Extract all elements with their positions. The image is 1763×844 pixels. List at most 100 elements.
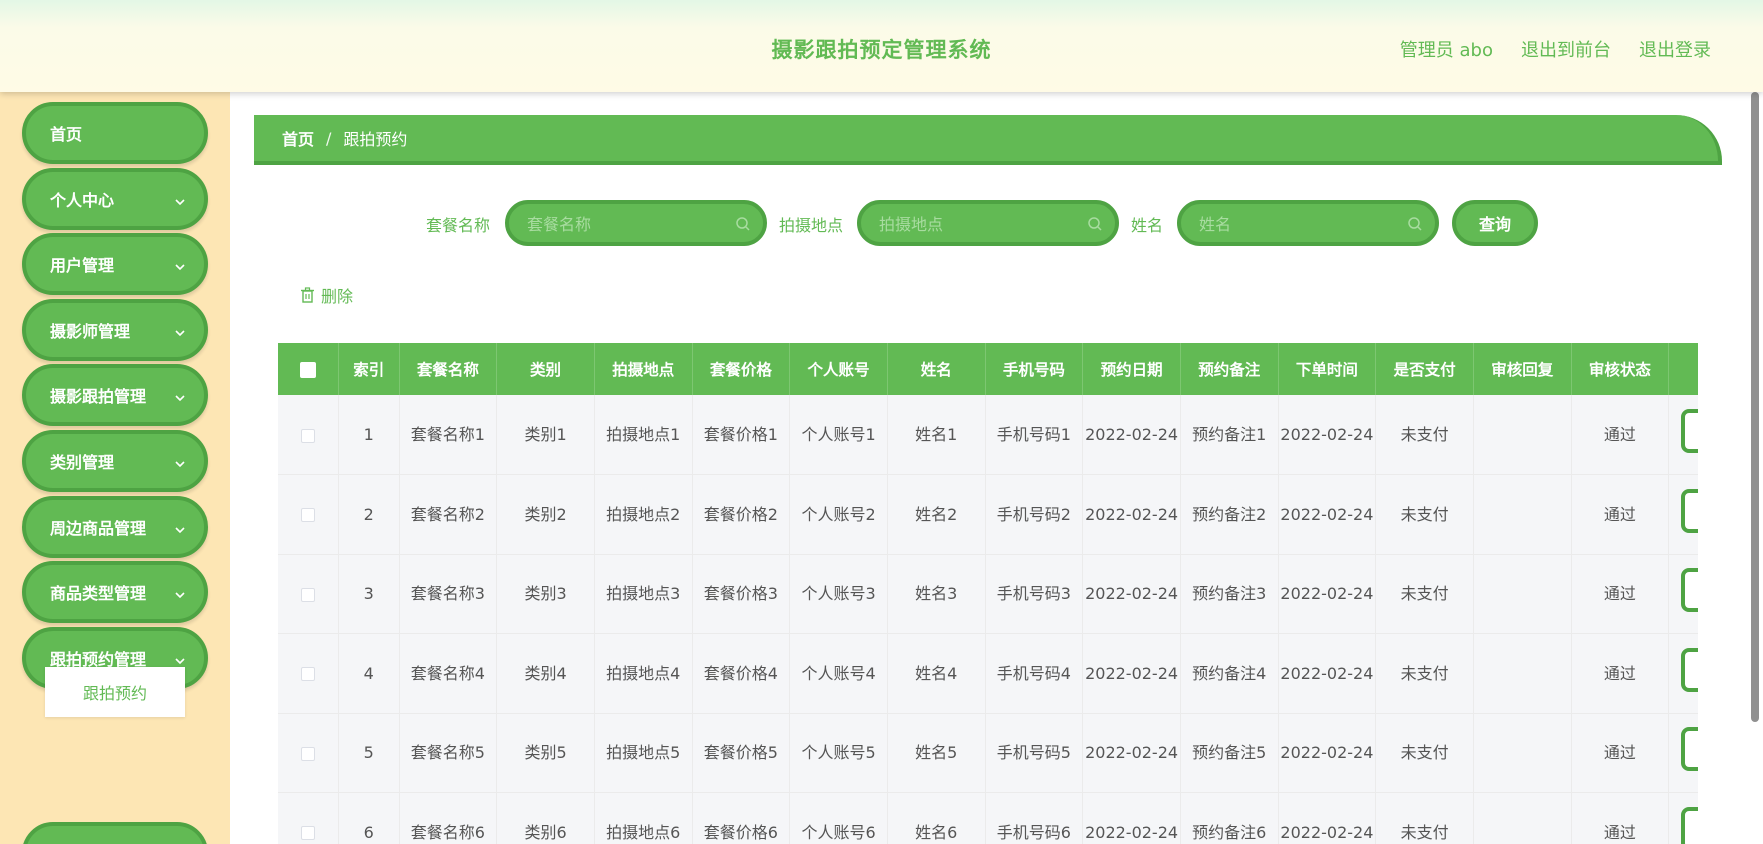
table-cell-note: 预约备注2 [1180, 474, 1279, 555]
table-cell-phone: 手机号码6 [985, 792, 1084, 844]
table-cell-location: 拍摄地点5 [594, 713, 693, 793]
page-scrollbar[interactable] [1751, 92, 1759, 722]
row-actions-cell [1668, 633, 1698, 714]
logout-link[interactable]: 退出登录 [1639, 36, 1711, 62]
table-cell-order_time: 2022-02-24 [1278, 474, 1377, 555]
row-checkbox[interactable] [301, 826, 315, 841]
detail-button[interactable] [1681, 806, 1698, 844]
booking-table-container: 索引 套餐名称 类别 拍摄地点 套餐价格 个人账号 姓名 手机号码 预约日期 预约备注 下单时间 是否… [278, 343, 1698, 844]
detail-button[interactable] [1681, 409, 1698, 453]
table-cell-reply [1473, 713, 1572, 793]
sidebar-item-label: 商品类型管理 [50, 584, 147, 603]
table-cell-reply [1473, 554, 1572, 634]
breadcrumb-current: 跟拍预约 [343, 130, 408, 149]
column-header[interactable]: 下单时间 [1278, 343, 1377, 395]
column-header[interactable]: 是否支付 [1375, 343, 1474, 395]
column-header[interactable]: 索引 [338, 343, 400, 395]
sidebar-item-user-management[interactable]: 用户管理 [22, 233, 208, 295]
sidebar-item-merchandise-management[interactable]: 周边商品管理 [22, 496, 208, 558]
table-cell-name: 姓名4 [887, 633, 986, 714]
table-cell-price: 套餐价格5 [692, 713, 791, 793]
column-header[interactable]: 手机号码 [985, 343, 1084, 395]
sidebar-item-label: 摄影跟拍管理 [50, 387, 147, 406]
row-checkbox[interactable] [301, 587, 315, 602]
row-select-cell [278, 474, 340, 555]
row-checkbox[interactable] [301, 428, 315, 443]
sidebar-item-category-management[interactable]: 类别管理 [22, 430, 208, 492]
sidebar-item-photographer-management[interactable]: 摄影师管理 [22, 299, 208, 361]
detail-button[interactable] [1681, 568, 1698, 613]
column-header[interactable]: 个人账号 [789, 343, 888, 395]
sidebar-item-personal-center[interactable]: 个人中心 [22, 168, 208, 230]
row-checkbox[interactable] [301, 746, 315, 761]
table-row[interactable]: 1 套餐名称1 类别1 拍摄地点1 套餐价格1 个人账号1 姓名1 手机号码1 2022-02-… [278, 395, 1698, 475]
back-to-front-link[interactable]: 退出到前台 [1521, 36, 1611, 62]
table-cell-index: 3 [338, 554, 400, 634]
breadcrumb-home[interactable]: 首页 [282, 126, 314, 150]
sidebar-subitem-booking[interactable]: 跟拍预约 [45, 667, 185, 717]
table-cell-package: 套餐名称5 [399, 713, 498, 793]
delete-button[interactable]: 删除 [300, 283, 353, 307]
table-cell-paid: 未支付 [1375, 554, 1474, 634]
column-header[interactable]: 姓名 [887, 343, 986, 395]
column-header[interactable]: 审核回复 [1473, 343, 1572, 395]
table-row[interactable]: 4 套餐名称4 类别4 拍摄地点4 套餐价格4 个人账号4 姓名4 手机号码4 2022-02-… [278, 633, 1698, 714]
table-cell-phone: 手机号码3 [985, 554, 1084, 634]
table-cell-status: 通过 [1571, 792, 1670, 844]
column-header[interactable]: 拍摄地点 [594, 343, 693, 395]
table-row[interactable]: 5 套餐名称5 类别5 拍摄地点5 套餐价格5 个人账号5 姓名5 手机号码5 2022-02-… [278, 713, 1698, 793]
table-cell-note: 预约备注3 [1180, 554, 1279, 634]
select-all-checkbox[interactable] [300, 361, 316, 378]
query-button[interactable]: 查询 [1452, 200, 1538, 246]
package-name-placeholder: 套餐名称 [527, 215, 592, 234]
column-header[interactable]: 预约备注 [1180, 343, 1279, 395]
search-icon [1408, 217, 1422, 231]
detail-button[interactable] [1681, 647, 1698, 692]
table-cell-name: 姓名2 [887, 474, 986, 555]
sidebar-item-label: 周边商品管理 [50, 519, 147, 538]
name-input[interactable]: 姓名 [1177, 200, 1439, 246]
sidebar-item-partial[interactable] [22, 822, 208, 844]
table-cell-note: 预约备注5 [1180, 713, 1279, 793]
table-cell-account: 个人账号4 [789, 633, 888, 714]
table-cell-date: 2022-02-24 [1082, 713, 1181, 793]
table-cell-note: 预约备注6 [1180, 792, 1279, 844]
column-header[interactable]: 审核状态 [1571, 343, 1670, 395]
column-header[interactable]: 类别 [496, 343, 595, 395]
detail-button[interactable] [1681, 727, 1698, 772]
table-cell-order_time: 2022-02-24 [1278, 713, 1377, 793]
package-name-input[interactable]: 套餐名称 [505, 200, 767, 246]
table-row[interactable]: 2 套餐名称2 类别2 拍摄地点2 套餐价格2 个人账号2 姓名2 手机号码2 2022-02-… [278, 474, 1698, 555]
sidebar-item-photo-follow-management[interactable]: 摄影跟拍管理 [22, 364, 208, 426]
row-actions-cell [1668, 554, 1698, 634]
admin-user-link[interactable]: 管理员 abo [1400, 36, 1493, 62]
table-header-row: 索引 套餐名称 类别 拍摄地点 套餐价格 个人账号 姓名 手机号码 预约日期 预约备注 下单时间 是否… [278, 343, 1698, 395]
table-cell-account: 个人账号2 [789, 474, 888, 555]
column-header[interactable]: 套餐价格 [692, 343, 791, 395]
column-header[interactable]: 套餐名称 [399, 343, 498, 395]
breadcrumb: 首页 / 跟拍预约 [254, 115, 1722, 165]
detail-button[interactable] [1681, 488, 1698, 533]
table-row[interactable]: 3 套餐名称3 类别3 拍摄地点3 套餐价格3 个人账号3 姓名3 手机号码3 2022-02-… [278, 554, 1698, 634]
table-row[interactable]: 6 套餐名称6 类别6 拍摄地点6 套餐价格6 个人账号6 姓名6 手机号码6 2022-02-… [278, 792, 1698, 844]
row-checkbox[interactable] [301, 667, 315, 682]
sidebar-item-product-type-management[interactable]: 商品类型管理 [22, 561, 208, 623]
sidebar-item-home[interactable]: 首页 [22, 102, 208, 164]
table-cell-paid: 未支付 [1375, 395, 1474, 475]
row-actions-cell [1668, 713, 1698, 793]
location-input[interactable]: 拍摄地点 [857, 200, 1119, 246]
search-icon [736, 217, 750, 231]
chevron-down-icon [175, 264, 185, 271]
sidebar-item-label: 首页 [50, 125, 83, 144]
column-header[interactable]: 预约日期 [1082, 343, 1181, 395]
table-cell-order_time: 2022-02-24 [1278, 633, 1377, 714]
table-cell-index: 2 [338, 474, 400, 555]
table-cell-category: 类别1 [496, 395, 595, 475]
table-cell-name: 姓名3 [887, 554, 986, 634]
table-cell-category: 类别6 [496, 792, 595, 844]
row-checkbox[interactable] [301, 508, 315, 523]
table-cell-status: 通过 [1571, 713, 1670, 793]
table-cell-index: 6 [338, 792, 400, 844]
row-select-cell [278, 792, 340, 844]
table-cell-note: 预约备注4 [1180, 633, 1279, 714]
